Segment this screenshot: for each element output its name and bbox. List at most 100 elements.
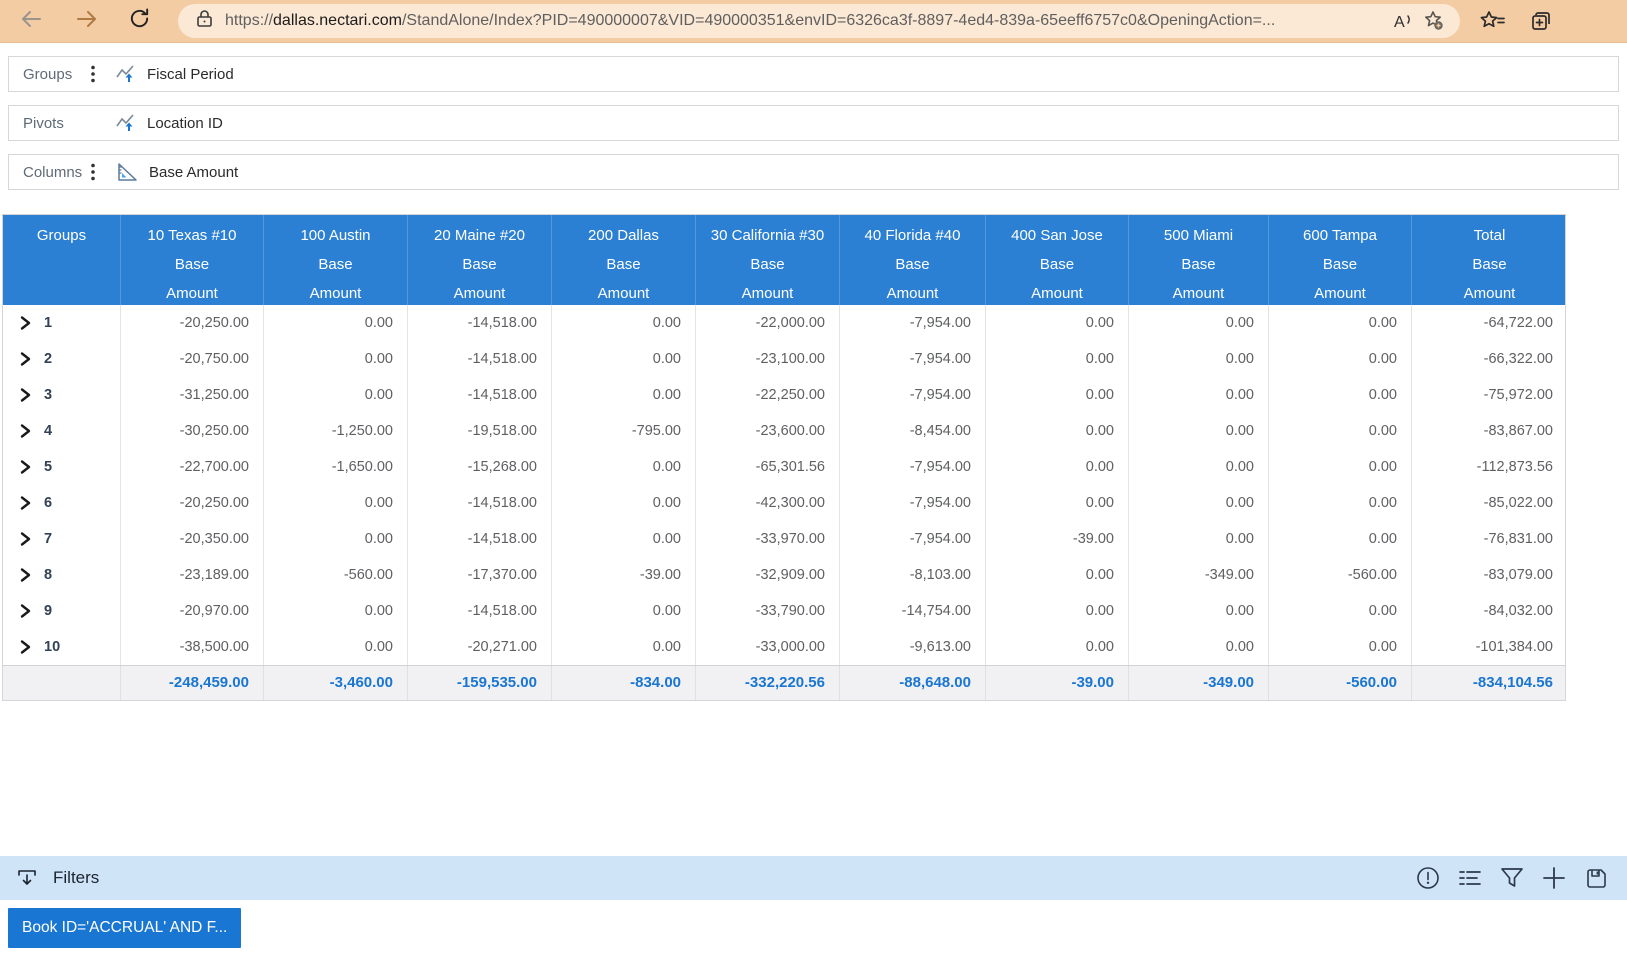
table-row-10: 10-38,500.000.00-20,271.000.00-33,000.00… <box>3 629 1565 665</box>
table-cell: -101,384.00 <box>1412 629 1567 665</box>
table-cell: -23,189.00 <box>121 557 264 593</box>
row-expander-8[interactable]: 8 <box>3 557 121 593</box>
row-expander-4[interactable]: 4 <box>3 413 121 449</box>
table-cell: -14,518.00 <box>408 377 552 413</box>
table-cell: 0.00 <box>264 629 408 665</box>
star-plus-icon <box>1422 9 1446 33</box>
table-cell: -112,873.56 <box>1412 449 1567 485</box>
table-cell: 0.00 <box>1129 629 1269 665</box>
table-cell: 0.00 <box>552 485 696 521</box>
table-cell: -8,103.00 <box>840 557 986 593</box>
chevron-right-icon <box>19 351 32 367</box>
table-cell: -14,754.00 <box>840 593 986 629</box>
totals-cell: -834,104.56 <box>1412 666 1567 700</box>
read-aloud-button[interactable]: A <box>1386 6 1418 36</box>
column-header-100-austin[interactable]: 100 AustinBaseAmount <box>264 215 408 305</box>
error-circle-icon <box>1415 865 1441 891</box>
row-expander-1[interactable]: 1 <box>3 305 121 341</box>
table-cell: -22,700.00 <box>121 449 264 485</box>
table-cell: 0.00 <box>1129 593 1269 629</box>
table-cell: -76,831.00 <box>1412 521 1567 557</box>
table-cell: 0.00 <box>264 305 408 341</box>
columns-field-base-amount[interactable]: Base Amount <box>115 162 238 183</box>
table-cell: 0.00 <box>552 593 696 629</box>
row-expander-10[interactable]: 10 <box>3 629 121 665</box>
totals-cell: -39.00 <box>986 666 1129 700</box>
url-scheme: https:// <box>225 12 273 29</box>
table-cell: 0.00 <box>1129 485 1269 521</box>
row-expander-3[interactable]: 3 <box>3 377 121 413</box>
column-header-600-tampa[interactable]: 600 TampaBaseAmount <box>1269 215 1412 305</box>
table-cell: 0.00 <box>986 377 1129 413</box>
lock-icon <box>196 9 213 33</box>
column-header-500-miami[interactable]: 500 MiamiBaseAmount <box>1129 215 1269 305</box>
table-cell: 0.00 <box>986 593 1129 629</box>
url-path: /StandAlone/Index?PID=490000007&VID=4900… <box>402 12 1275 29</box>
collapse-filters-button[interactable] <box>12 863 42 893</box>
table-cell: -22,000.00 <box>696 305 840 341</box>
row-group-label: 9 <box>44 593 52 629</box>
groups-menu-button[interactable] <box>85 65 101 83</box>
table-cell: -7,954.00 <box>840 485 986 521</box>
refresh-button[interactable] <box>122 4 156 38</box>
table-cell: -14,518.00 <box>408 305 552 341</box>
address-bar[interactable]: https://dallas.nectari.com/StandAlone/In… <box>178 4 1460 38</box>
chevron-right-icon <box>19 387 32 403</box>
pivots-field-location-id[interactable]: Location ID <box>115 113 223 133</box>
column-header-200-dallas[interactable]: 200 DallasBaseAmount <box>552 215 696 305</box>
kebab-menu-icon <box>91 65 95 83</box>
table-cell: 0.00 <box>1129 305 1269 341</box>
groups-label: Groups <box>23 66 85 83</box>
column-header-groups[interactable]: Groups <box>3 215 121 305</box>
table-cell: -33,970.00 <box>696 521 840 557</box>
table-cell: 0.00 <box>986 449 1129 485</box>
row-expander-2[interactable]: 2 <box>3 341 121 377</box>
table-cell: 0.00 <box>986 629 1129 665</box>
back-button[interactable] <box>14 4 48 38</box>
totals-cell: -159,535.00 <box>408 666 552 700</box>
column-header-total[interactable]: TotalBaseAmount <box>1412 215 1567 305</box>
column-header-400-san-jose[interactable]: 400 San JoseBaseAmount <box>986 215 1129 305</box>
groups-field-fiscal-period[interactable]: Fiscal Period <box>115 64 234 84</box>
forward-button[interactable] <box>70 4 104 38</box>
chevron-right-icon <box>19 639 32 655</box>
table-cell: -795.00 <box>552 413 696 449</box>
error-info-button[interactable] <box>1413 863 1443 893</box>
columns-field-label: Base Amount <box>149 164 238 181</box>
table-cell: 0.00 <box>1269 413 1412 449</box>
list-view-button[interactable] <box>1455 863 1485 893</box>
add-filter-button[interactable] <box>1539 863 1569 893</box>
column-header-40-florida-40[interactable]: 40 Florida #40BaseAmount <box>840 215 986 305</box>
filter-chip[interactable]: Book ID='ACCRUAL' AND F... <box>8 908 241 948</box>
favorites-bar-button[interactable] <box>1474 4 1510 38</box>
column-header-30-california-30[interactable]: 30 California #30BaseAmount <box>696 215 840 305</box>
column-header-10-texas-10[interactable]: 10 Texas #10BaseAmount <box>121 215 264 305</box>
table-cell: 0.00 <box>986 413 1129 449</box>
table-cell: -30,250.00 <box>121 413 264 449</box>
table-cell: 0.00 <box>552 305 696 341</box>
table-cell: -7,954.00 <box>840 377 986 413</box>
row-expander-9[interactable]: 9 <box>3 593 121 629</box>
table-cell: -22,250.00 <box>696 377 840 413</box>
collapse-filters-icon <box>16 867 38 889</box>
filter-button[interactable] <box>1497 863 1527 893</box>
table-cell: -19,518.00 <box>408 413 552 449</box>
collections-button[interactable] <box>1524 4 1560 38</box>
table-cell: 0.00 <box>552 341 696 377</box>
table-cell: 0.00 <box>264 521 408 557</box>
row-expander-6[interactable]: 6 <box>3 485 121 521</box>
table-cell: -33,790.00 <box>696 593 840 629</box>
table-cell: -560.00 <box>264 557 408 593</box>
table-cell: -14,518.00 <box>408 593 552 629</box>
add-favorite-button[interactable] <box>1418 6 1450 36</box>
save-button[interactable] <box>1581 863 1611 893</box>
table-cell: 0.00 <box>264 593 408 629</box>
table-cell: -14,518.00 <box>408 341 552 377</box>
row-expander-5[interactable]: 5 <box>3 449 121 485</box>
columns-menu-button[interactable] <box>85 163 101 181</box>
table-cell: -15,268.00 <box>408 449 552 485</box>
groups-row: Groups Fiscal Period <box>8 56 1619 92</box>
row-expander-7[interactable]: 7 <box>3 521 121 557</box>
column-header-20-maine-20[interactable]: 20 Maine #20BaseAmount <box>408 215 552 305</box>
arrow-left-icon <box>19 7 43 36</box>
